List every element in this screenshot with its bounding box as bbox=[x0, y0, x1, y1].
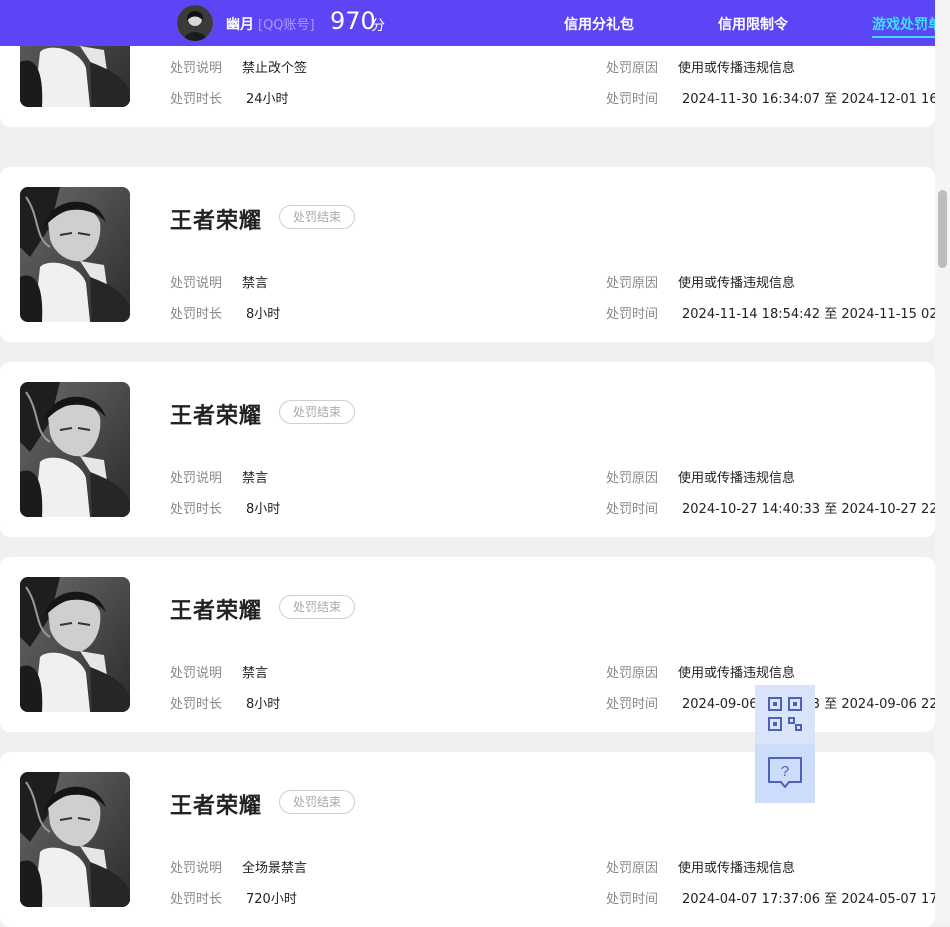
penalty-reason-label: 处罚原因 bbox=[606, 471, 659, 486]
penalty-desc-value: 全场景禁言 bbox=[242, 861, 308, 876]
penalty-duration-label: 处罚时长 bbox=[170, 92, 223, 107]
penalty-desc-label: 处罚说明 bbox=[170, 471, 223, 486]
penalty-reason-value: 使用或传播违规信息 bbox=[678, 61, 796, 76]
penalty-desc-label: 处罚说明 bbox=[170, 61, 223, 76]
penalty-end-time: 2024-12-01 16:34:07 bbox=[841, 92, 935, 107]
game-title: 王者荣耀 bbox=[170, 794, 263, 819]
penalty-reason-value: 使用或传播违规信息 bbox=[678, 666, 796, 681]
nav-credit-gift[interactable]: 信用分礼包 bbox=[564, 14, 634, 34]
penalty-duration-label: 处罚时长 bbox=[170, 697, 223, 712]
penalty-end-time: 2024-05-07 17:37:06 bbox=[841, 892, 935, 907]
qr-code-button[interactable] bbox=[755, 685, 815, 744]
penalty-card: 王者荣耀 处罚结束 处罚说明 禁言 处罚时长 8小时 处罚原因 使用或传播违规信… bbox=[0, 362, 935, 537]
penalty-desc-value: 禁言 bbox=[242, 276, 269, 291]
penalty-time-label: 处罚时间 bbox=[606, 697, 659, 712]
nav-game-penalty[interactable]: 游戏处罚单 bbox=[872, 14, 942, 38]
penalty-reason-label: 处罚原因 bbox=[606, 61, 659, 76]
penalty-start-time: 2024-11-30 16:34:07 bbox=[682, 92, 821, 107]
penalty-reason-label: 处罚原因 bbox=[606, 666, 659, 681]
penalty-time-value: 2024-11-30 16:34:07 至 2024-12-01 16:34:0… bbox=[682, 88, 935, 107]
penalty-desc-value: 禁言 bbox=[242, 471, 269, 486]
penalty-duration-value: 24小时 bbox=[246, 92, 289, 107]
penalty-time-label: 处罚时间 bbox=[606, 502, 659, 517]
penalty-duration-value: 8小时 bbox=[246, 502, 281, 517]
penalty-time-separator: 至 bbox=[824, 307, 838, 322]
penalty-desc-label: 处罚说明 bbox=[170, 861, 223, 876]
penalty-time-label: 处罚时间 bbox=[606, 307, 659, 322]
penalty-time-value: 2024-11-14 18:54:42 至 2024-11-15 02:54:4… bbox=[682, 303, 935, 322]
penalty-duration-label: 处罚时长 bbox=[170, 892, 223, 907]
svg-text:?: ? bbox=[781, 763, 789, 780]
penalty-desc-label: 处罚说明 bbox=[170, 276, 223, 291]
penalty-end-time: 2024-10-27 22:40:33 bbox=[841, 502, 935, 517]
help-chat-icon: ? bbox=[768, 757, 802, 788]
hero-portrait-image bbox=[20, 382, 130, 517]
status-badge: 处罚结束 bbox=[279, 595, 356, 619]
status-badge: 处罚结束 bbox=[279, 790, 356, 814]
penalty-time-separator: 至 bbox=[824, 502, 838, 517]
penalty-duration-label: 处罚时长 bbox=[170, 307, 223, 322]
penalty-time-label: 处罚时间 bbox=[606, 892, 659, 907]
penalty-time-separator: 至 bbox=[824, 697, 838, 712]
hero-portrait-image bbox=[20, 187, 130, 322]
avatar[interactable] bbox=[177, 5, 213, 41]
game-title: 王者荣耀 bbox=[170, 599, 263, 624]
penalty-reason-label: 处罚原因 bbox=[606, 276, 659, 291]
status-badge: 处罚结束 bbox=[279, 400, 356, 424]
penalty-duration-label: 处罚时长 bbox=[170, 502, 223, 517]
penalty-reason-value: 使用或传播违规信息 bbox=[678, 861, 796, 876]
penalty-start-time: 2024-11-14 18:54:42 bbox=[682, 307, 821, 322]
penalty-desc-label: 处罚说明 bbox=[170, 666, 223, 681]
help-button[interactable]: ? bbox=[755, 744, 815, 803]
penalty-card: 王者荣耀 处罚结束 处罚说明 禁言 处罚时长 8小时 处罚原因 使用或传播违规信… bbox=[0, 167, 935, 342]
penalty-desc-value: 禁言 bbox=[242, 666, 269, 681]
game-title: 王者荣耀 bbox=[170, 404, 263, 429]
game-title: 王者荣耀 bbox=[170, 209, 263, 234]
penalty-end-time: 2024-11-15 02:54:42 bbox=[841, 307, 935, 322]
penalty-end-time: 2024-09-06 22:41:03 bbox=[841, 697, 935, 712]
account-type-label: [QQ账号] bbox=[258, 18, 315, 33]
penalty-time-label: 处罚时间 bbox=[606, 92, 659, 107]
penalty-reason-value: 使用或传播违规信息 bbox=[678, 276, 796, 291]
penalty-duration-value: 8小时 bbox=[246, 697, 281, 712]
scrollbar-track[interactable] bbox=[935, 0, 950, 924]
penalty-time-value: 2024-10-27 14:40:33 至 2024-10-27 22:40:3… bbox=[682, 498, 935, 517]
hero-portrait-image bbox=[20, 577, 130, 712]
penalty-start-time: 2024-04-07 17:37:06 bbox=[682, 892, 821, 907]
credit-score: 970 bbox=[330, 7, 376, 35]
penalty-time-value: 2024-04-07 17:37:06 至 2024-05-07 17:37:0… bbox=[682, 888, 935, 907]
penalty-duration-value: 720小时 bbox=[246, 892, 297, 907]
penalty-start-time: 2024-10-27 14:40:33 bbox=[682, 502, 821, 517]
penalty-time-separator: 至 bbox=[824, 92, 838, 107]
qr-code-icon bbox=[768, 697, 802, 731]
top-bar: 幽月 [QQ账号] 970 分 信用分礼包 信用限制令 游戏处罚单 bbox=[0, 0, 942, 46]
credit-score-unit: 分 bbox=[371, 18, 385, 34]
penalty-duration-value: 8小时 bbox=[246, 307, 281, 322]
penalty-desc-value: 禁止改个签 bbox=[242, 61, 308, 76]
scrollbar-thumb[interactable] bbox=[938, 190, 947, 268]
username: 幽月 bbox=[226, 17, 254, 33]
penalty-time-separator: 至 bbox=[824, 892, 838, 907]
status-badge: 处罚结束 bbox=[279, 205, 356, 229]
penalty-reason-value: 使用或传播违规信息 bbox=[678, 471, 796, 486]
penalty-reason-label: 处罚原因 bbox=[606, 861, 659, 876]
nav-credit-restriction[interactable]: 信用限制令 bbox=[718, 14, 788, 34]
hero-portrait-image bbox=[20, 772, 130, 907]
